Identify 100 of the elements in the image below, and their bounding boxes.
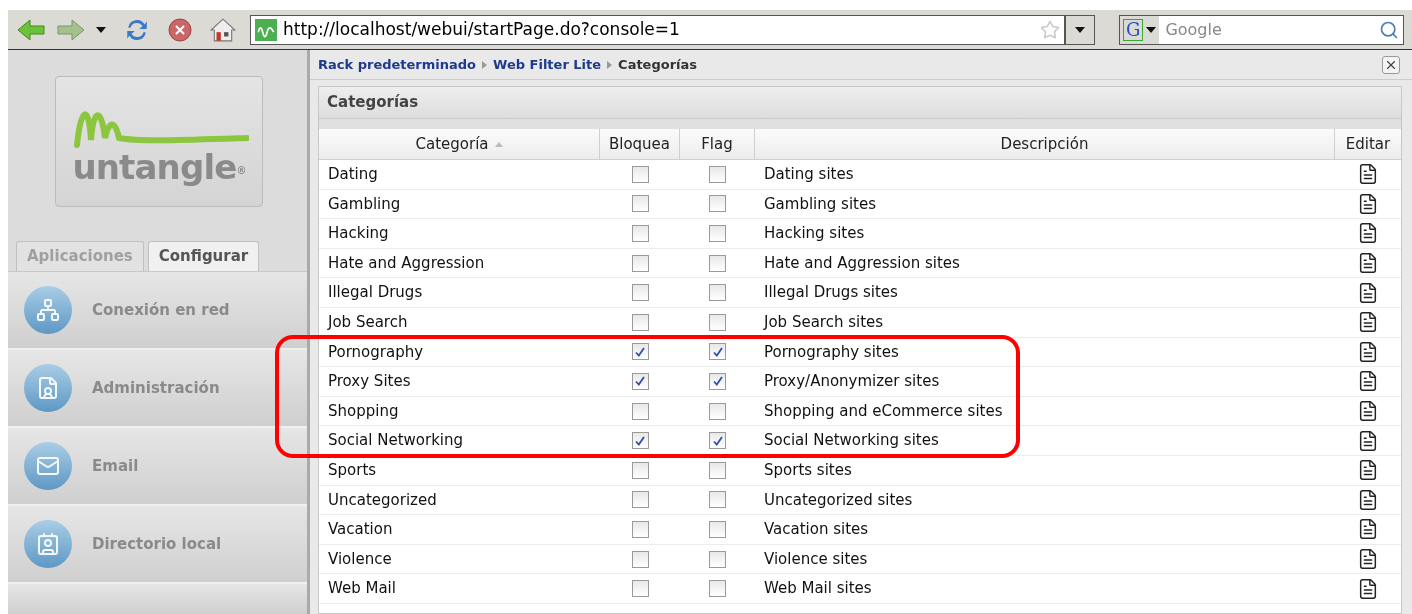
search-engine-button[interactable]: G	[1120, 15, 1160, 44]
search-input[interactable]: Google	[1159, 17, 1379, 42]
edit-document-icon[interactable]	[1357, 163, 1379, 186]
table-cell-text: Job Search	[326, 312, 409, 333]
table-cell-text: Shopping	[327, 400, 400, 422]
checkbox[interactable]	[631, 254, 649, 272]
checkbox[interactable]	[631, 432, 649, 450]
table-cell-text: Sports	[327, 460, 378, 481]
checkbox[interactable]	[709, 580, 726, 598]
table-cell-text: Hate and Aggression sites	[763, 252, 960, 274]
table-cell-text: Dating	[327, 164, 379, 186]
table-cell-text: Proxy Sites	[327, 371, 412, 393]
edit-document-icon[interactable]	[1357, 340, 1379, 363]
table-cell-text: Uncategorized sites	[763, 489, 913, 511]
address-bar[interactable]: http://localhost/webui/startPage.do?console=1	[250, 14, 1065, 45]
home-icon[interactable]	[210, 16, 236, 43]
forward-arrow-icon[interactable]	[56, 17, 86, 42]
table-cell-text: Illegal Drugs sites	[763, 282, 898, 304]
checkbox[interactable]	[631, 580, 649, 598]
contact-book-icon	[24, 520, 72, 568]
checkbox[interactable]	[631, 461, 649, 479]
checkbox[interactable]	[631, 195, 649, 213]
checkbox[interactable]	[709, 491, 726, 509]
sort-ascending-icon	[494, 141, 503, 147]
checkbox[interactable]	[709, 550, 726, 568]
checkbox[interactable]	[709, 284, 726, 302]
checkbox[interactable]	[631, 520, 649, 538]
edit-document-icon[interactable]	[1357, 252, 1379, 275]
checkbox[interactable]	[709, 432, 726, 450]
breadcrumb-link[interactable]: Web Filter Lite	[493, 54, 602, 75]
checkbox[interactable]	[631, 165, 649, 183]
checkbox[interactable]	[631, 313, 649, 331]
column-header[interactable]: Descripción	[755, 129, 1335, 159]
network-icon	[24, 286, 72, 334]
table-cell-text: Social Networking	[327, 430, 465, 452]
site-favicon-icon	[255, 18, 277, 41]
table-cell-text: Dating sites	[763, 164, 854, 186]
table-cell-text: Web Mail sites	[763, 578, 872, 600]
checkbox[interactable]	[709, 372, 726, 390]
history-dropdown-button[interactable]	[1065, 14, 1095, 45]
dropdown-caret-icon	[1146, 26, 1157, 33]
back-arrow-icon[interactable]	[16, 17, 46, 42]
table-cell-text: Violence sites	[763, 548, 868, 570]
checkbox[interactable]	[709, 225, 726, 242]
user-document-icon	[24, 364, 72, 412]
edit-document-icon[interactable]	[1357, 577, 1379, 600]
dropdown-caret-icon[interactable]	[96, 26, 106, 33]
checkbox[interactable]	[709, 343, 726, 361]
checkbox[interactable]	[709, 165, 726, 183]
column-header[interactable]: Editar	[1335, 129, 1401, 159]
checkbox[interactable]	[631, 550, 649, 568]
checkbox[interactable]	[709, 254, 726, 272]
breadcrumb-link[interactable]: Rack predeterminado	[318, 54, 477, 75]
table-cell-text: Vacation sites	[763, 519, 869, 541]
checkbox[interactable]	[709, 195, 726, 213]
checkbox[interactable]	[709, 402, 726, 420]
checkbox[interactable]	[631, 284, 649, 302]
column-header[interactable]: Bloquea	[600, 129, 680, 159]
table-cell-text: Pornography	[327, 341, 425, 363]
stop-icon[interactable]	[168, 17, 192, 42]
table-cell-text: Illegal Drugs	[327, 282, 424, 304]
checkbox[interactable]	[709, 313, 726, 331]
nav-item-label: Conexión en red	[92, 299, 230, 321]
edit-document-icon[interactable]	[1357, 548, 1379, 570]
checkbox[interactable]	[631, 225, 649, 242]
table-cell-text: Gambling	[327, 193, 402, 215]
tab[interactable]: Configurar	[147, 241, 260, 271]
table-cell-text: Social Networking sites	[763, 430, 939, 452]
checkbox[interactable]	[709, 520, 726, 538]
logo-text: untangle$^{®}$	[72, 149, 246, 184]
table-cell-text: Gambling sites	[763, 193, 876, 215]
column-header[interactable]: Categoría	[319, 129, 600, 159]
table-cell-text: Hate and Aggression	[327, 252, 486, 274]
search-icon[interactable]	[1379, 19, 1399, 40]
checkbox[interactable]	[631, 343, 649, 361]
table-cell-text: Pornography sites	[763, 341, 899, 363]
edit-document-icon[interactable]	[1357, 192, 1379, 215]
table-cell-text: Sports sites	[763, 460, 852, 481]
edit-document-icon[interactable]	[1357, 370, 1379, 393]
checkbox[interactable]	[631, 372, 649, 390]
close-button[interactable]	[1382, 55, 1400, 74]
edit-document-icon[interactable]	[1357, 429, 1379, 452]
bookmark-star-icon[interactable]	[1040, 19, 1060, 40]
dropdown-caret-icon	[1075, 26, 1085, 33]
checkbox[interactable]	[631, 402, 649, 420]
column-header[interactable]: Flag	[680, 129, 755, 159]
edit-document-icon[interactable]	[1357, 459, 1379, 482]
edit-document-icon[interactable]	[1357, 311, 1379, 334]
edit-document-icon[interactable]	[1357, 518, 1379, 541]
chevron-right-icon	[482, 60, 488, 69]
checkbox[interactable]	[631, 491, 649, 509]
checkbox[interactable]	[709, 461, 726, 479]
edit-document-icon[interactable]	[1357, 400, 1379, 423]
nav-item-label: Administración	[92, 377, 220, 399]
edit-document-icon[interactable]	[1357, 222, 1379, 245]
edit-document-icon[interactable]	[1357, 488, 1379, 511]
url-text: http://localhost/webui/startPage.do?console=1	[283, 17, 681, 41]
envelope-icon	[24, 442, 72, 490]
edit-document-icon[interactable]	[1357, 281, 1379, 304]
search-field[interactable]: G Google	[1119, 14, 1404, 45]
